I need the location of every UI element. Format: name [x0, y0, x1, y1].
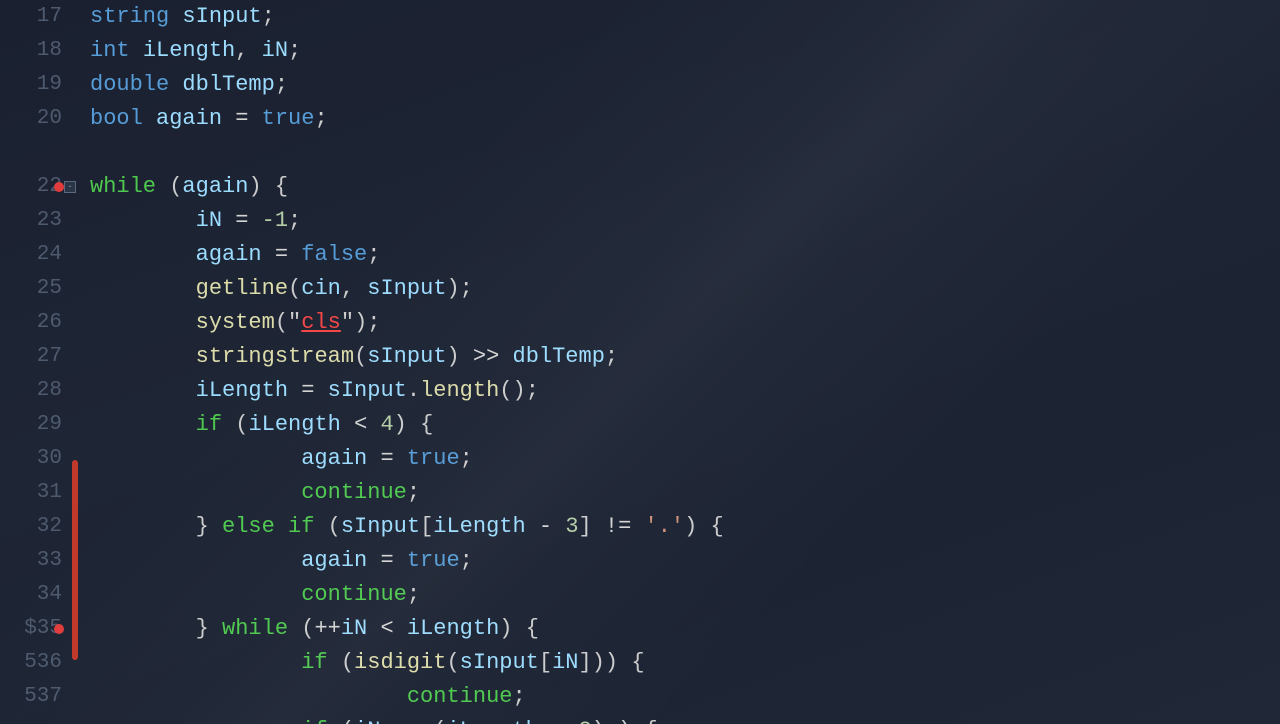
code-line-26: system("cls");	[90, 306, 1280, 340]
scrollbar-thumb[interactable]	[72, 460, 78, 660]
line-num-19: 19	[0, 68, 62, 102]
code-line-28: iLength = sInput.length();	[90, 374, 1280, 408]
code-line-22: while (again) {	[90, 170, 1280, 204]
line-num-36: 536	[0, 646, 62, 680]
line-num-23: 23	[0, 204, 62, 238]
code-content: string sInput; int iLength, iN; double d…	[80, 0, 1280, 724]
line-num-29: 29	[0, 408, 62, 442]
breakpoint-35[interactable]	[54, 624, 64, 634]
code-line-29: if (iLength < 4) {	[90, 408, 1280, 442]
scrollbar-track[interactable]	[72, 0, 78, 724]
code-line-27: stringstream(sInput) >> dblTemp;	[90, 340, 1280, 374]
code-line-23: iN = -1;	[90, 204, 1280, 238]
line-num-21	[0, 136, 62, 170]
line-num-28: 28	[0, 374, 62, 408]
line-num-25: 25	[0, 272, 62, 306]
line-num-30: 30	[0, 442, 62, 476]
code-line-37: continue;	[90, 680, 1280, 714]
line-num-22: 22 -	[0, 170, 62, 204]
line-num-17: 17	[0, 0, 62, 34]
line-num-24: 24	[0, 238, 62, 272]
line-num-32: 32	[0, 510, 62, 544]
code-line-18: int iLength, iN;	[90, 34, 1280, 68]
code-line-32: } else if (sInput[iLength - 3] != '.') {	[90, 510, 1280, 544]
code-line-36: if (isdigit(sInput[iN])) {	[90, 646, 1280, 680]
code-editor: 17 18 19 20 22 - 23 24 25 26 27 28 29 30…	[0, 0, 1280, 724]
code-line-31: continue;	[90, 476, 1280, 510]
line-num-26: 26	[0, 306, 62, 340]
code-line-21	[90, 136, 1280, 170]
code-line-34: continue;	[90, 578, 1280, 612]
line-num-27: 27	[0, 340, 62, 374]
line-num-31: 31	[0, 476, 62, 510]
code-line-38: if (iN == (iLength - 3) ) {	[90, 714, 1280, 724]
line-num-18: 18	[0, 34, 62, 68]
line-num-34: 34	[0, 578, 62, 612]
line-num-35: $35	[0, 612, 62, 646]
code-line-30: again = true;	[90, 442, 1280, 476]
code-line-24: again = false;	[90, 238, 1280, 272]
code-line-20: bool again = true;	[90, 102, 1280, 136]
code-line-19: double dblTemp;	[90, 68, 1280, 102]
code-line-35: } while (++iN < iLength) {	[90, 612, 1280, 646]
code-line-17: string sInput;	[90, 0, 1280, 34]
line-num-37: 537	[0, 680, 62, 714]
code-line-25: getline(cin, sInput);	[90, 272, 1280, 306]
line-num-20: 20	[0, 102, 62, 136]
code-line-33: again = true;	[90, 544, 1280, 578]
breakpoint-22[interactable]	[54, 182, 64, 192]
line-numbers: 17 18 19 20 22 - 23 24 25 26 27 28 29 30…	[0, 0, 80, 724]
line-num-33: 33	[0, 544, 62, 578]
